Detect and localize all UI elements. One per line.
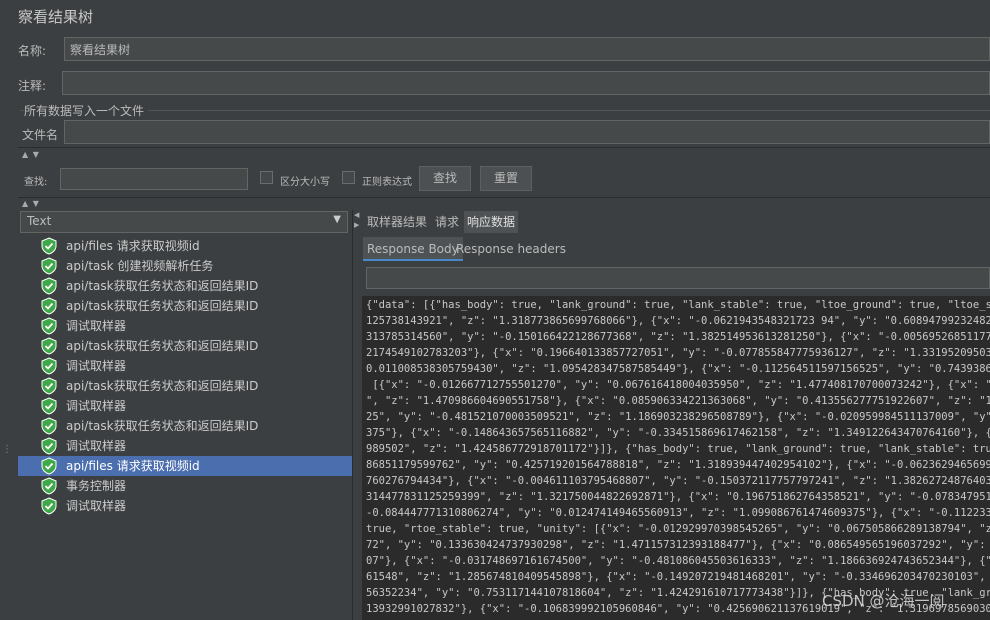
split-right-arrow[interactable]: ▶ <box>354 221 359 229</box>
tree-item-label: 事务控制器 <box>66 479 127 493</box>
tree-item[interactable]: 调试取样器 <box>18 396 352 416</box>
tab-sampler-result[interactable]: 取样器结果 <box>364 211 430 233</box>
response-line: 314477831125259399", "z": "1.32175004482… <box>366 491 990 503</box>
tree-item-label: api/task获取任务状态和返回结果ID <box>66 339 259 353</box>
success-shield-icon <box>40 297 58 315</box>
tree-item-label: api/files 请求获取视频id <box>66 239 200 253</box>
tree-item[interactable]: api/task获取任务状态和返回结果ID <box>18 376 352 396</box>
tab-request[interactable]: 请求 <box>432 211 462 233</box>
success-shield-icon <box>40 457 58 475</box>
success-shield-icon <box>40 497 58 515</box>
success-shield-icon <box>40 317 58 335</box>
tree-item[interactable]: api/task 创建视频解析任务 <box>18 256 352 276</box>
tree-item-label: api/task 创建视频解析任务 <box>66 259 214 273</box>
search-label: 查找: <box>24 177 48 188</box>
response-search-input[interactable] <box>366 267 990 289</box>
chevron-down-icon: ▼ <box>333 214 341 225</box>
success-shield-icon <box>40 277 58 295</box>
separator-top <box>18 147 990 148</box>
renderer-select-value: Text <box>27 214 52 228</box>
response-line: 61548", "z": "1.285674810409545898"}, {"… <box>366 571 986 583</box>
tree-item[interactable]: api/task获取任务状态和返回结果ID <box>18 296 352 316</box>
regex-checkbox[interactable] <box>342 171 355 184</box>
tree-item-label: 调试取样器 <box>66 499 127 513</box>
search-input[interactable] <box>60 168 248 190</box>
file-group-title: 所有数据写入一个文件 <box>24 102 149 119</box>
tree-item[interactable]: api/task获取任务状态和返回结果ID <box>18 416 352 436</box>
tree-item-label: 调试取样器 <box>66 399 127 413</box>
tree-item-label: 调试取样器 <box>66 359 127 373</box>
tree-item-label: api/files 请求获取视频id <box>66 459 200 473</box>
separator-bottom <box>18 197 990 198</box>
result-tree[interactable]: api/files 请求获取视频id api/task 创建视频解析任务 api/t… <box>18 236 352 620</box>
tree-item-label: 调试取样器 <box>66 319 127 333</box>
response-line: {"data": [{"has_body": true, "lank_groun… <box>366 299 990 311</box>
response-line: 375"}, {"x": "-0.148643657565116882", "y… <box>366 427 990 439</box>
name-label: 名称: <box>18 44 47 58</box>
success-shield-icon <box>40 357 58 375</box>
response-line: true, "rtoe_stable": true, "unity": [{"x… <box>366 523 990 535</box>
response-line: 989502", "z": "1.424586772918701172"}]},… <box>366 443 990 455</box>
success-shield-icon <box>40 337 58 355</box>
tree-item-label: 调试取样器 <box>66 439 127 453</box>
find-button[interactable]: 查找 <box>419 166 471 191</box>
tab-response-data[interactable]: 响应数据 <box>464 211 519 233</box>
comment-field[interactable] <box>62 71 990 95</box>
response-line: [{"x": "-0.012667712755501270", "y": "0.… <box>372 379 990 391</box>
response-line: 86851179599762", "y": "0.425719201564788… <box>366 459 990 471</box>
response-body-text[interactable]: {"data": [{"has_body": true, "lank_groun… <box>362 296 990 620</box>
drag-handle-icon[interactable]: ⋮ <box>2 444 12 455</box>
response-line: 2174549102783203"}, {"x": "0.19664013385… <box>366 347 990 359</box>
response-line: 125738143921", "z": "1.31877386569976806… <box>366 315 990 327</box>
watermark: CSDN @沧海一阅 <box>822 592 945 610</box>
subtab-response-headers[interactable]: Response headers <box>452 237 570 261</box>
collapse-arrows-top[interactable]: ▲ ▼ <box>22 150 40 159</box>
filename-field[interactable] <box>64 120 990 144</box>
tree-item[interactable]: 调试取样器 <box>18 316 352 336</box>
regex-label: 正则表达式 <box>362 177 412 188</box>
tree-item[interactable]: api/task获取任务状态和返回结果ID <box>18 336 352 356</box>
response-line: 07"}, {"x": "-0.031748697161674500", "y"… <box>366 555 990 567</box>
response-line: ", "z": "1.470986604690551758"}, {"x": "… <box>366 395 990 407</box>
response-line: 0.011008538305759430", "z": "1.095428347… <box>366 363 990 375</box>
tree-item-label: api/task获取任务状态和返回结果ID <box>66 379 259 393</box>
success-shield-icon <box>40 437 58 455</box>
collapse-arrows-bottom[interactable]: ▲ ▼ <box>22 199 40 208</box>
tree-item-label: api/task获取任务状态和返回结果ID <box>66 279 259 293</box>
file-group-border <box>20 110 990 111</box>
tree-item[interactable]: api/files 请求获取视频id <box>18 456 352 476</box>
tree-item-label: api/task获取任务状态和返回结果ID <box>66 299 259 313</box>
tree-item[interactable]: 调试取样器 <box>18 496 352 516</box>
tree-item[interactable]: 调试取样器 <box>18 436 352 456</box>
response-line: -0.084447771310806274", "y": "0.01247414… <box>366 507 990 519</box>
response-line: 72", "y": "0.133630424737930298", "z": "… <box>366 539 986 551</box>
success-shield-icon <box>40 417 58 435</box>
response-line: 25", "y": "-0.481521070003509521", "z": … <box>366 411 990 423</box>
tree-item-label: api/task获取任务状态和返回结果ID <box>66 419 259 433</box>
case-sensitive-checkbox[interactable] <box>260 171 273 184</box>
reset-button[interactable]: 重置 <box>480 166 532 191</box>
split-left-arrow[interactable]: ◀ <box>354 211 359 219</box>
response-line: 760276794434"}, {"x": "-0.00461110379546… <box>366 475 990 487</box>
subtab-response-body[interactable]: Response Body <box>363 237 463 261</box>
success-shield-icon <box>40 397 58 415</box>
panel-title: 察看结果树 <box>18 8 94 26</box>
success-shield-icon <box>40 257 58 275</box>
success-shield-icon <box>40 477 58 495</box>
success-shield-icon <box>40 377 58 395</box>
success-shield-icon <box>40 237 58 255</box>
tree-item[interactable]: api/files 请求获取视频id <box>18 236 352 256</box>
renderer-select[interactable]: Text ▼ <box>20 211 348 233</box>
comment-label: 注释: <box>18 79 47 93</box>
splitter[interactable]: ◀ ▶ <box>352 210 360 620</box>
case-sensitive-label: 区分大小写 <box>280 177 330 188</box>
tree-item[interactable]: 调试取样器 <box>18 356 352 376</box>
response-line: 313785314560", "y": "-0.1501664221286773… <box>366 331 990 343</box>
filename-label: 文件名 <box>22 128 59 142</box>
tree-item[interactable]: api/task获取任务状态和返回结果ID <box>18 276 352 296</box>
tree-item[interactable]: 事务控制器 <box>18 476 352 496</box>
name-field[interactable]: 察看结果树 <box>64 37 990 61</box>
